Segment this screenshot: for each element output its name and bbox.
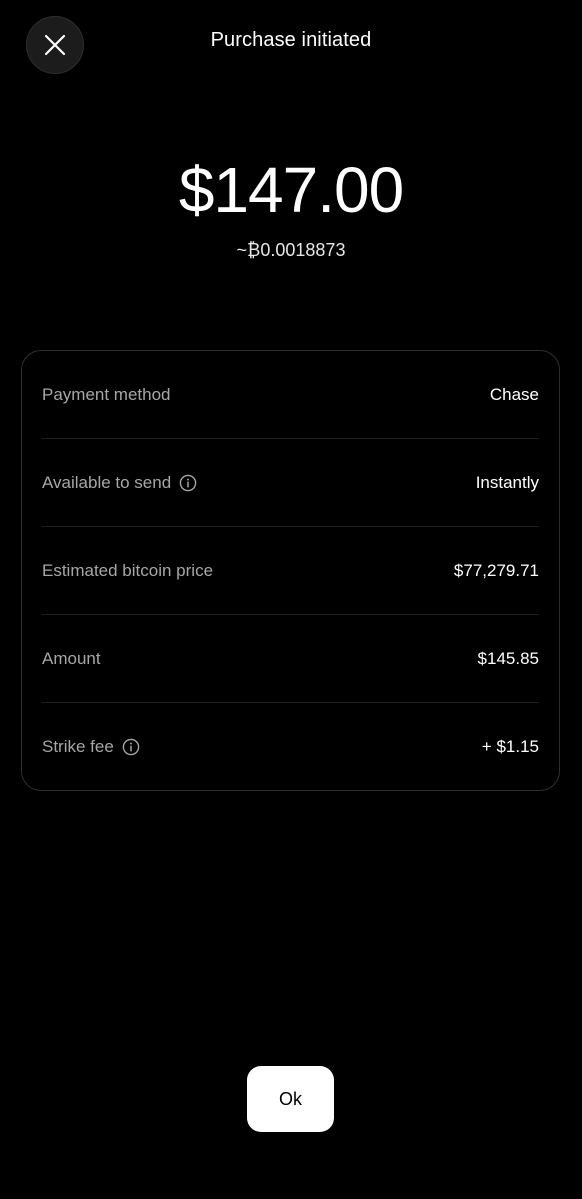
info-icon[interactable] bbox=[122, 738, 140, 756]
estimated-bitcoin-price-label: Estimated bitcoin price bbox=[42, 560, 214, 580]
estimated-bitcoin-price-value: $77,279.71 bbox=[453, 560, 539, 580]
payment-method-value: Chase bbox=[489, 384, 539, 404]
detail-row-payment-method: Payment method Chase bbox=[42, 351, 539, 439]
info-icon[interactable] bbox=[179, 474, 197, 492]
amount-btc: ~₿0.0018873 bbox=[236, 240, 346, 260]
available-to-send-label: Available to send bbox=[42, 472, 172, 492]
page-title: Purchase initiated bbox=[210, 29, 372, 51]
available-to-send-value: Instantly bbox=[475, 472, 539, 492]
strike-fee-label: Strike fee bbox=[42, 737, 114, 756]
detail-row-available-to-send: Available to send Instantly bbox=[42, 439, 539, 527]
detail-row-strike-fee: Strike fee + $1.15 bbox=[42, 703, 539, 791]
amount-usd: $147.00 bbox=[178, 154, 404, 226]
payment-method-label: Payment method bbox=[42, 384, 171, 404]
amount-label: Amount bbox=[42, 648, 101, 668]
details-card: Payment method Chase Available to send I… bbox=[21, 350, 560, 791]
strike-fee-value: + $1.15 bbox=[481, 737, 539, 756]
detail-row-estimated-bitcoin-price: Estimated bitcoin price $77,279.71 bbox=[42, 527, 539, 615]
ok-button[interactable]: Ok bbox=[247, 1066, 334, 1132]
detail-row-amount: Amount $145.85 bbox=[42, 615, 539, 703]
amount-value: $145.85 bbox=[477, 648, 539, 668]
